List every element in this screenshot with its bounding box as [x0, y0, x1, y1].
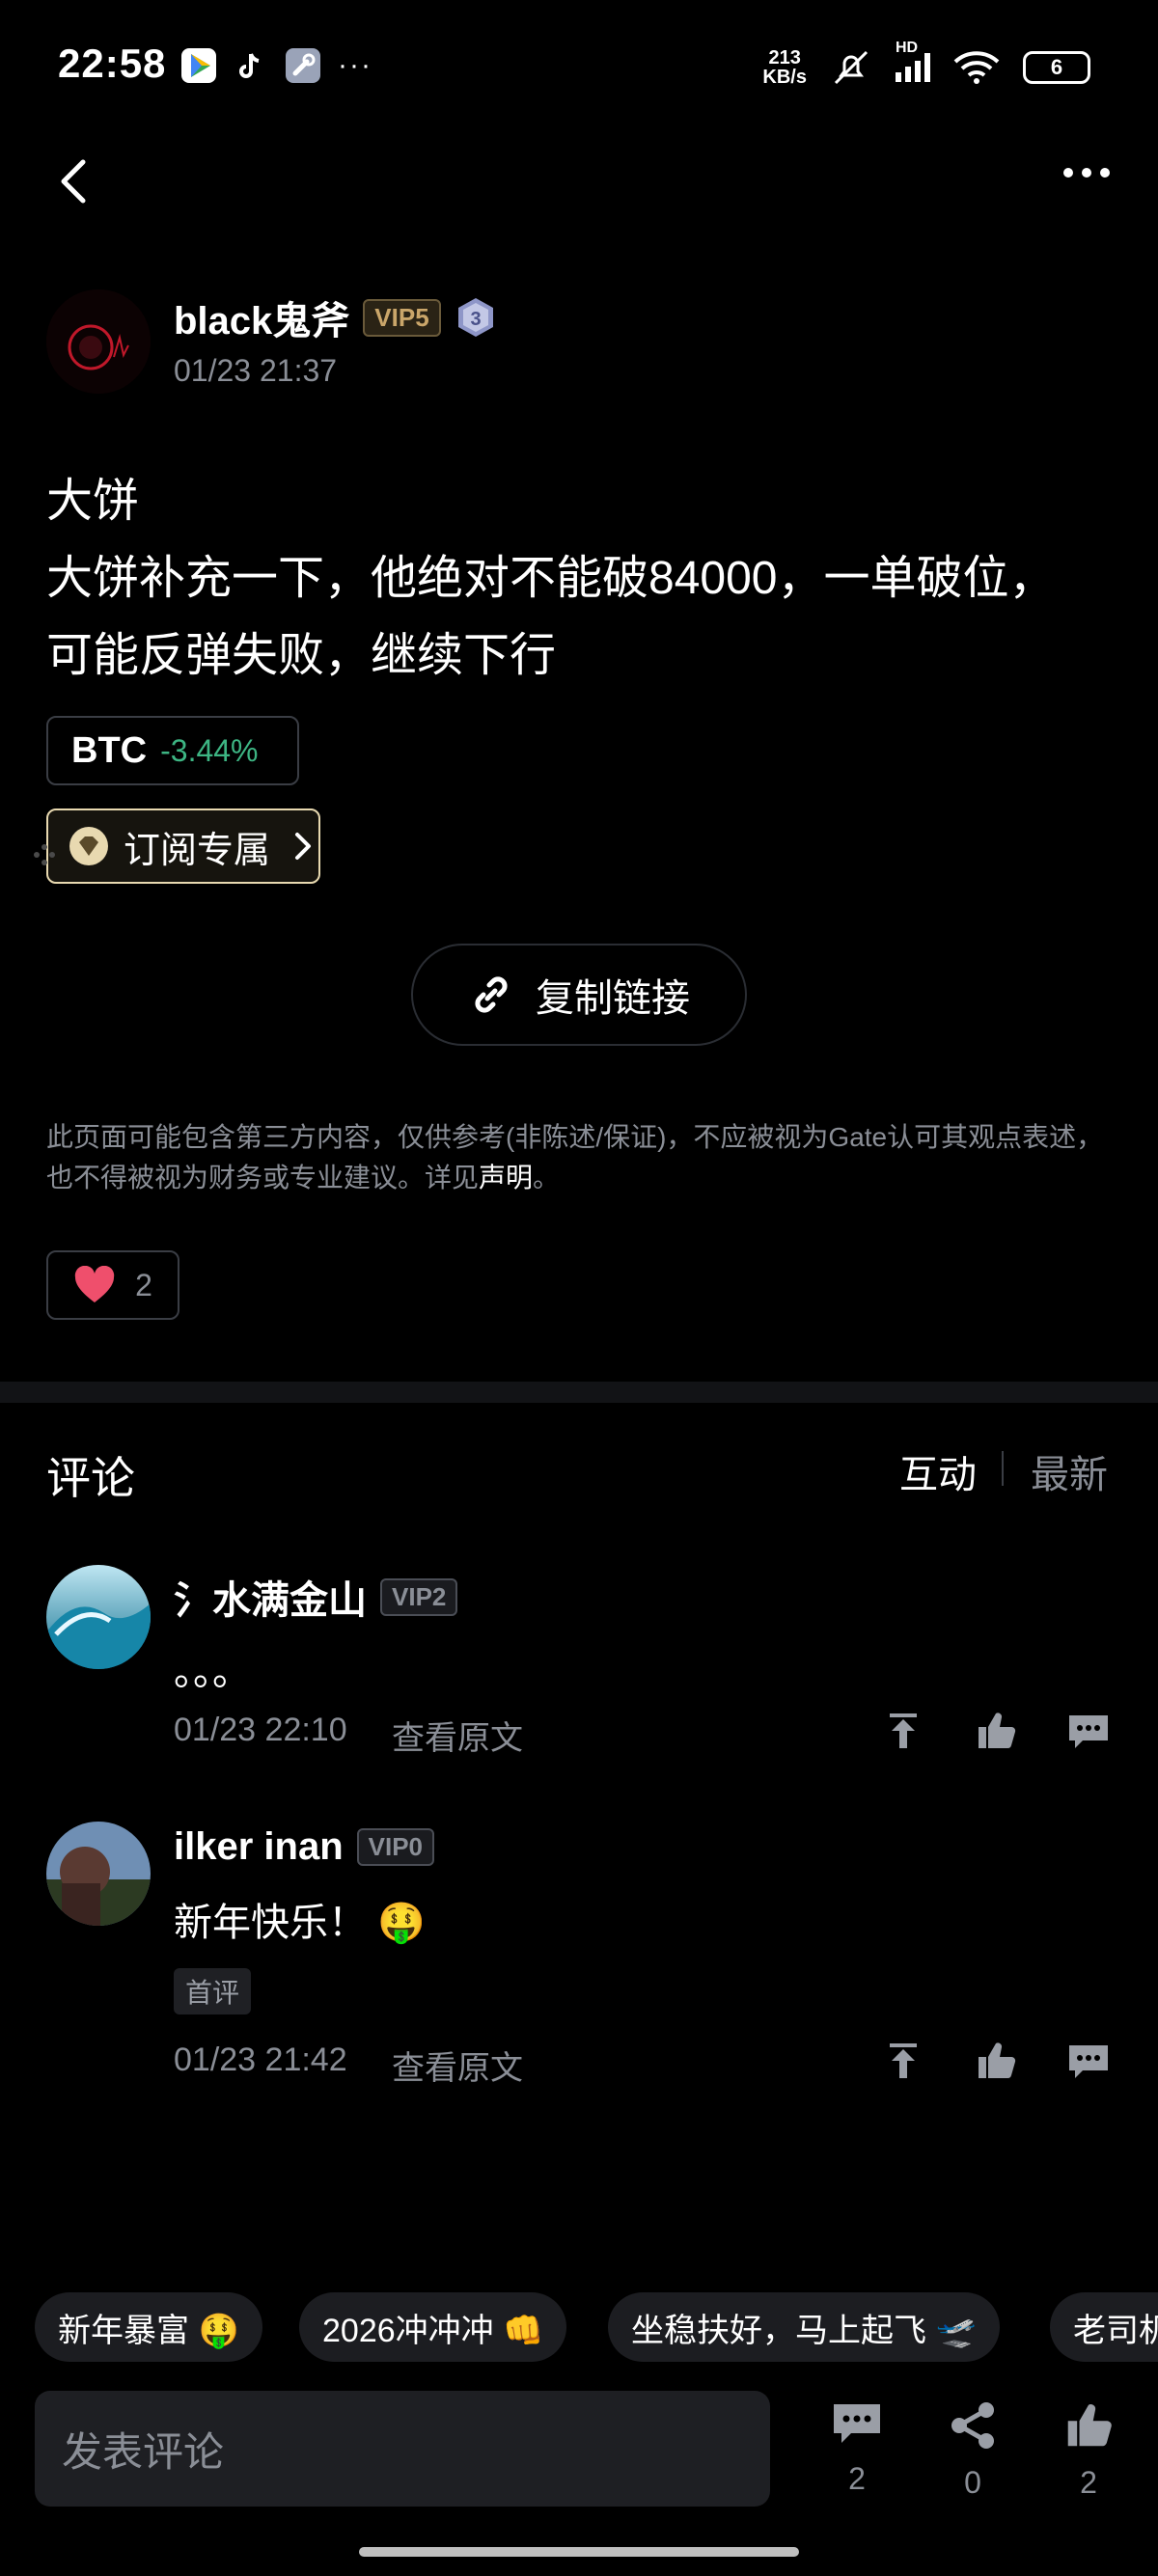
reply-icon[interactable] — [1067, 1710, 1110, 1752]
sort-latest-tab[interactable]: 最新 — [1031, 1443, 1108, 1499]
chevron-right-icon — [295, 833, 312, 860]
share-count: 0 — [964, 2465, 981, 2500]
sort-separator — [1002, 1451, 1004, 1486]
network-speed: 213 KB/s — [762, 47, 807, 88]
first-comment-tag: 首评 — [174, 1968, 252, 2014]
link-icon — [475, 976, 508, 1013]
comment-author[interactable]: 氵水满金山 — [174, 1569, 367, 1625]
post-time: 01/23 21:37 — [174, 353, 338, 388]
comment-header: 氵水满金山 VIP2 — [174, 1569, 458, 1625]
comment-avatar[interactable] — [46, 1822, 151, 1926]
play-store-icon — [181, 48, 216, 83]
disclaimer: 此页面可能包含第三方内容，仅供参考(非陈述/保证)，不应被视为Gate认可其观点… — [46, 1122, 1104, 1192]
comment-icon — [834, 2404, 880, 2443]
share-button[interactable]: 0 — [934, 2400, 1011, 2501]
status-app-icons: ··· — [181, 48, 372, 83]
like-count: 2 — [1080, 2465, 1097, 2500]
sort-interaction-tab[interactable]: 互动 — [899, 1443, 977, 1499]
comment-input-placeholder: 发表评论 — [62, 2428, 225, 2475]
author-avatar[interactable] — [46, 289, 151, 394]
view-original-link[interactable]: 查看原文 — [392, 1712, 523, 1759]
heart-icon — [74, 1266, 115, 1302]
thumbs-up-icon[interactable] — [975, 1710, 1017, 1752]
status-time: 22:58 — [58, 41, 167, 86]
signal-icon: HD — [896, 40, 930, 82]
author-row: black鬼斧 VIP5 3 — [174, 289, 497, 345]
svg-text:3: 3 — [470, 309, 481, 330]
vip-badge: VIP0 — [356, 1828, 434, 1866]
quick-reply-chip[interactable]: 新年暴富 🤑 — [35, 2292, 262, 2362]
subscribe-label: 订阅专属 — [124, 830, 271, 871]
comments-count-button[interactable]: 2 — [818, 2400, 896, 2497]
wifi-icon — [953, 51, 1000, 84]
pin-top-icon[interactable] — [882, 1710, 924, 1752]
comment-time: 01/23 22:10 — [174, 1712, 347, 1748]
share-icon — [951, 2402, 994, 2449]
post-line: 大饼 — [46, 476, 140, 527]
back-chevron-icon[interactable] — [54, 154, 93, 208]
more-options-icon[interactable] — [1062, 166, 1112, 179]
like-button[interactable]: 2 — [1050, 2400, 1127, 2501]
section-divider — [0, 1382, 1158, 1403]
comment-text: 。。。 — [174, 1651, 251, 1693]
quick-reply-chip[interactable]: 坐稳扶好，马上起飞 🛫 — [608, 2292, 1000, 2362]
subscribe-button[interactable]: 订阅专属 — [46, 808, 320, 884]
comment-text: 新年快乐！ 🤑 — [174, 1902, 426, 1944]
post-line: 大饼补充一下，他绝对不能破84000，一单破位， — [46, 553, 1056, 604]
quick-reply-chip[interactable]: 2026冲冲冲 👊 — [299, 2292, 567, 2362]
mute-icon — [834, 50, 868, 85]
ticker-change: -3.44% — [160, 732, 259, 768]
comment-input[interactable]: 发表评论 — [35, 2391, 770, 2507]
vip-badge: VIP2 — [380, 1577, 458, 1616]
battery-indicator: 6 — [1023, 51, 1090, 84]
disclaimer-link[interactable]: 声明 — [479, 1163, 533, 1192]
ticker-tag[interactable]: BTC -3.44% — [46, 716, 299, 785]
author-name[interactable]: black鬼斧 — [174, 289, 349, 345]
post-line: 可能反弹失败，继续下行 — [46, 630, 557, 681]
level-badge-icon: 3 — [457, 298, 493, 337]
tools-icon — [286, 48, 320, 83]
comment-time: 01/23 21:42 — [174, 2042, 347, 2078]
post-content: 大饼 大饼补充一下，他绝对不能破84000，一单破位， 可能反弹失败，继续下行 — [46, 463, 1117, 695]
ticker-symbol: BTC — [71, 729, 148, 771]
post-like-button[interactable]: 2 — [46, 1250, 179, 1320]
copy-link-button[interactable]: 复制链接 — [411, 944, 747, 1046]
pin-top-icon[interactable] — [882, 2040, 924, 2082]
tiktok-icon — [234, 48, 268, 83]
thumbs-up-icon — [1067, 2404, 1112, 2447]
comment-avatar[interactable] — [46, 1565, 151, 1669]
post-like-count: 2 — [135, 1267, 152, 1302]
view-original-link[interactable]: 查看原文 — [392, 2042, 523, 2089]
comments-title: 评论 — [46, 1453, 135, 1503]
status-right: 213 KB/s HD 6 — [762, 40, 1090, 89]
home-indicator[interactable] — [359, 2547, 799, 2557]
dotted-diamond-decoration-icon — [34, 844, 55, 865]
thumbs-up-icon[interactable] — [975, 2040, 1017, 2082]
comments-count: 2 — [848, 2461, 866, 2496]
comment-author[interactable]: ilker inan — [174, 1825, 344, 1869]
reply-icon[interactable] — [1067, 2040, 1110, 2082]
comment-header: ilker inan VIP0 — [174, 1825, 434, 1869]
vip-badge: VIP5 — [363, 298, 441, 337]
quick-reply-chip[interactable]: 老司机 — [1050, 2292, 1158, 2362]
more-notifications-icon: ··· — [338, 49, 372, 81]
copy-link-label: 复制链接 — [536, 977, 690, 1020]
